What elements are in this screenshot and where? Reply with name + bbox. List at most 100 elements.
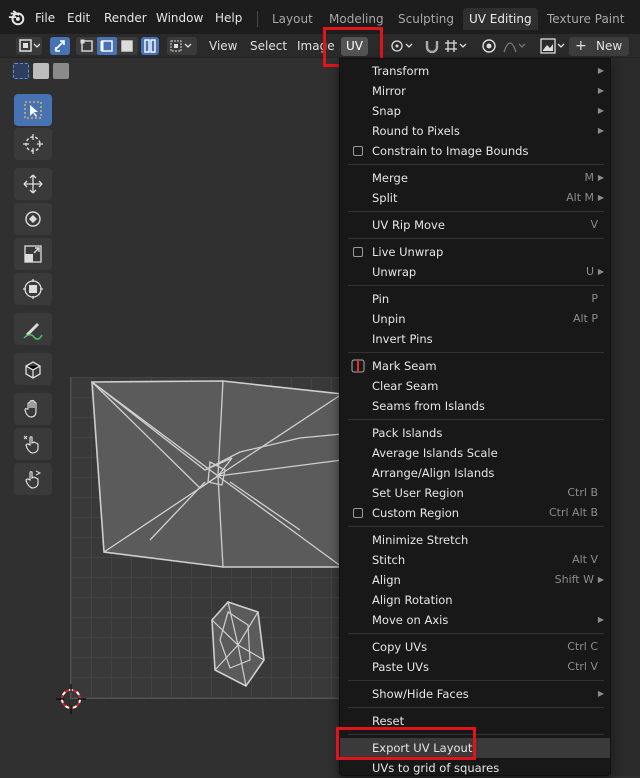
hand-relax-icon xyxy=(23,435,39,454)
blender-logo-icon[interactable] xyxy=(8,9,26,27)
island-mode-toggle[interactable] xyxy=(141,37,159,55)
vertex-mode-icon[interactable] xyxy=(79,38,95,54)
submenu-arrow-icon: ▶ xyxy=(597,689,604,698)
selection-mode-row xyxy=(13,63,71,81)
menu-item-set-user-region[interactable]: Set User Region Ctrl B xyxy=(340,483,610,503)
submenu-arrow-icon: ▶ xyxy=(597,267,604,276)
tab-texture-paint[interactable]: Texture Paint xyxy=(541,8,630,30)
sticky-select-dropdown[interactable] xyxy=(167,37,197,55)
menu-item-align[interactable]: Align Shift W ▶ xyxy=(340,570,610,590)
menu-item-label: Minimize Stretch xyxy=(372,533,469,547)
menu-item-label: Align Rotation xyxy=(372,593,453,607)
submenu-arrow-icon: ▶ xyxy=(597,193,604,202)
select-subtract-icon[interactable] xyxy=(53,63,69,79)
edge-mode-icon xyxy=(100,40,113,52)
menu-item-merge[interactable]: Merge M ▶ xyxy=(340,168,610,188)
menu-render[interactable]: Render xyxy=(104,8,147,28)
menu-separator xyxy=(348,164,604,165)
sync-selection-toggle[interactable] xyxy=(50,37,70,55)
menu-item-round-to-pixels[interactable]: Round to Pixels ▶ xyxy=(340,121,610,141)
sync-arrows-icon xyxy=(54,40,65,52)
island-icon xyxy=(144,39,156,53)
menu-item-pin[interactable]: Pin P xyxy=(340,289,610,309)
select-extend-icon[interactable] xyxy=(33,63,49,79)
menu-item-copy-uvs[interactable]: Copy UVs Ctrl C xyxy=(340,637,610,657)
image-browse-icon[interactable] xyxy=(540,38,568,54)
submenu-arrow-icon: ▶ xyxy=(597,106,604,115)
tool-move[interactable] xyxy=(14,168,52,200)
tool-shelf xyxy=(0,90,66,510)
submenu-arrow-icon: ▶ xyxy=(597,575,604,584)
menu-item-shortcut: M xyxy=(584,171,595,184)
tool-annotate[interactable] xyxy=(14,313,52,345)
uv-canvas[interactable] xyxy=(70,377,342,699)
menu-window[interactable]: Window xyxy=(156,8,203,28)
menu-item-live-unwrap[interactable]: Live Unwrap xyxy=(340,242,610,262)
menu-item-snap[interactable]: Snap ▶ xyxy=(340,101,610,121)
menu-edit[interactable]: Edit xyxy=(67,8,90,28)
new-image-button[interactable]: + New xyxy=(569,37,629,56)
menu-item-pack-islands[interactable]: Pack Islands xyxy=(340,423,610,443)
tab-layout[interactable]: Layout xyxy=(266,8,319,30)
menu-item-unpin[interactable]: Unpin Alt P xyxy=(340,309,610,329)
menu-item-arrange-align-islands[interactable]: Arrange/Align Islands xyxy=(340,463,610,483)
menu-item-clear-seam[interactable]: Clear Seam xyxy=(340,376,610,396)
checkbox-icon[interactable] xyxy=(353,508,363,518)
pivot-point-icon[interactable] xyxy=(391,38,417,54)
rotate-icon xyxy=(25,211,41,227)
menu-item-uv-rip-move[interactable]: UV Rip Move V xyxy=(340,215,610,235)
hand-pinch-icon xyxy=(25,470,42,489)
checkbox-icon[interactable] xyxy=(353,146,363,156)
menu-help[interactable]: Help xyxy=(215,8,242,28)
menu-item-paste-uvs[interactable]: Paste UVs Ctrl V xyxy=(340,657,610,677)
submenu-arrow-icon: ▶ xyxy=(597,86,604,95)
menu-select[interactable]: Select xyxy=(250,34,287,58)
tool-relax[interactable] xyxy=(14,428,52,460)
menu-item-show-hide-faces[interactable]: Show/Hide Faces ▶ xyxy=(340,684,610,704)
snap-target-icon[interactable] xyxy=(444,38,470,54)
menu-item-average-islands-scale[interactable]: Average Islands Scale xyxy=(340,443,610,463)
edge-mode-button[interactable] xyxy=(97,37,117,55)
tool-scale[interactable] xyxy=(14,238,52,270)
tab-uv-editing[interactable]: UV Editing xyxy=(463,8,538,30)
menu-view[interactable]: View xyxy=(209,34,237,58)
menu-item-unwrap[interactable]: Unwrap U ▶ xyxy=(340,262,610,282)
menu-separator xyxy=(348,680,604,681)
tool-select-box[interactable] xyxy=(14,94,52,126)
select-new-icon[interactable] xyxy=(13,63,29,79)
uv-dropdown-menu: Transform ▶ Mirror ▶ Snap ▶ Round to Pixels ▶ Co… xyxy=(339,58,611,776)
tool-grab[interactable] xyxy=(14,353,52,385)
checkbox-icon[interactable] xyxy=(353,247,363,257)
menu-item-seams-from-islands[interactable]: Seams from Islands xyxy=(340,396,610,416)
menu-item-custom-region[interactable]: Custom Region Ctrl Alt B xyxy=(340,503,610,523)
menu-item-minimize-stretch[interactable]: Minimize Stretch xyxy=(340,530,610,550)
menu-item-stitch[interactable]: Stitch Alt V xyxy=(340,550,610,570)
tool-grab-brush[interactable] xyxy=(14,393,52,425)
menu-item-constrain-to-image-bounds[interactable]: Constrain to Image Bounds xyxy=(340,141,610,161)
menu-item-uvs-to-grid-of-squares[interactable]: UVs to grid of squares xyxy=(340,758,610,778)
select-mode-group xyxy=(76,37,138,55)
menu-item-move-on-axis[interactable]: Move on Axis ▶ xyxy=(340,610,610,630)
proportional-edit-icon[interactable] xyxy=(481,38,497,54)
menu-item-shortcut: Ctrl C xyxy=(567,640,598,653)
snap-magnet-icon[interactable] xyxy=(424,38,440,54)
menu-separator xyxy=(348,211,604,212)
menu-item-transform[interactable]: Transform ▶ xyxy=(340,61,610,81)
tool-transform[interactable] xyxy=(14,273,52,305)
editor-type-button[interactable] xyxy=(16,37,42,55)
falloff-curve-icon[interactable] xyxy=(503,38,529,54)
menu-item-split[interactable]: Split Alt M ▶ xyxy=(340,188,610,208)
face-mode-icon[interactable] xyxy=(119,38,135,54)
menu-item-mirror[interactable]: Mirror ▶ xyxy=(340,81,610,101)
tab-sculpting[interactable]: Sculpting xyxy=(392,8,460,30)
menu-item-mark-seam[interactable]: Mark Seam xyxy=(340,356,610,376)
tool-rotate[interactable] xyxy=(14,203,52,235)
menu-item-invert-pins[interactable]: Invert Pins xyxy=(340,329,610,349)
menu-item-label: UVs to grid of squares xyxy=(372,761,500,775)
tool-cursor[interactable] xyxy=(14,128,52,160)
hand-grab-icon xyxy=(24,399,37,418)
menu-item-label: Seams from Islands xyxy=(372,399,485,413)
tool-pinch[interactable] xyxy=(14,463,52,495)
menu-file[interactable]: File xyxy=(35,8,55,28)
menu-item-align-rotation[interactable]: Align Rotation xyxy=(340,590,610,610)
